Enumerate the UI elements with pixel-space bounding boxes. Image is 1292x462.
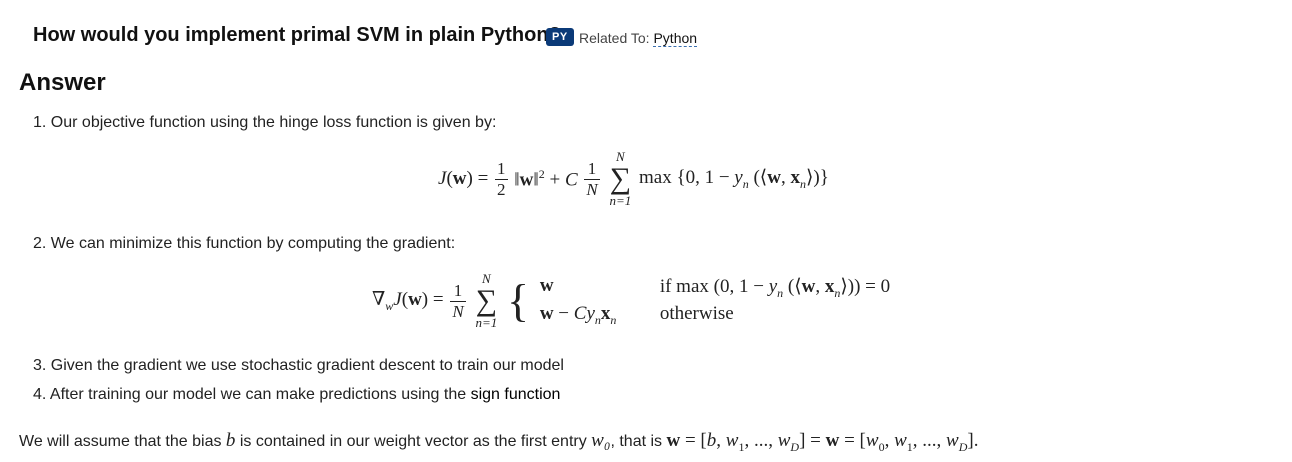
- related-link-python[interactable]: Python: [653, 30, 698, 47]
- hinge-term: max {0, 1 − yn (⟨w, xn⟩)}: [639, 167, 829, 191]
- gradient-equation: ∇wJ(w) = 1 N N ∑ n=1 { w if max (0, 1 − …: [372, 272, 890, 330]
- step-1: 1. Our objective function using the hing…: [33, 114, 496, 132]
- summation-icon: N ∑ n=1: [475, 271, 498, 330]
- case-2-expression: w − Cynxn: [539, 302, 617, 327]
- related-to: Related To: Python: [579, 30, 698, 47]
- left-brace-icon: {: [506, 275, 530, 326]
- step-2: 2. We can minimize this function by comp…: [33, 235, 455, 253]
- step-text: After training our model we can make pre…: [49, 386, 467, 403]
- step-text: We can minimize this function by computi…: [50, 235, 456, 252]
- w0-symbol: w₀: [591, 430, 611, 451]
- step-text: Our objective function using the hinge l…: [50, 114, 497, 131]
- summation-icon: N ∑ n=1: [609, 149, 632, 208]
- equation-lhs: J(w) =: [438, 168, 489, 189]
- footer-text-after: , that is: [610, 433, 663, 450]
- step-4: 4. After training our model we can make …: [33, 386, 560, 404]
- fraction-one-over-n: 1 N: [450, 280, 466, 321]
- piecewise-cases: w if max (0, 1 − yn (⟨w, xn⟩)) = 0 w − C…: [540, 275, 890, 328]
- case-1-expression: w: [539, 274, 554, 296]
- gradient-lhs: ∇wJ(w) =: [372, 289, 444, 313]
- case-1-condition: if max (0, 1 − yn (⟨w, xn⟩)) = 0: [659, 275, 891, 300]
- footer-sentence: We will assume that the bias b is contai…: [19, 430, 978, 455]
- weight-vector-expression: w = [b, w1, ..., wD] = w = [w0, w1, ...,…: [666, 430, 979, 454]
- norm-term: ‖w‖2 + C: [514, 166, 578, 191]
- related-prefix: Related To:: [579, 30, 650, 46]
- step-number: 3.: [33, 357, 47, 374]
- step-text: Given the gradient we use stochastic gra…: [50, 357, 564, 374]
- step-3: 3. Given the gradient we use stochastic …: [33, 357, 564, 375]
- bias-symbol: b: [225, 430, 236, 451]
- step-number: 2.: [33, 235, 47, 252]
- step-number: 1.: [33, 114, 47, 131]
- language-badge: PY: [546, 28, 574, 46]
- answer-heading: Answer: [19, 69, 106, 96]
- objective-equation: J(w) = 1 2 ‖w‖2 + C 1 N N ∑ n=1 max {0, …: [438, 150, 829, 208]
- footer-text-before: We will assume that the bias: [19, 433, 222, 450]
- sign-function-term: sign function: [470, 386, 561, 403]
- footer-text-middle: is contained in our weight vector as the…: [239, 433, 587, 450]
- step-number: 4.: [33, 386, 47, 403]
- case-2-condition: otherwise: [659, 302, 734, 324]
- fraction-one-half: 1 2: [495, 158, 508, 199]
- fraction-one-over-n: 1 N: [584, 158, 600, 199]
- question-title: How would you implement primal SVM in pl…: [33, 24, 561, 46]
